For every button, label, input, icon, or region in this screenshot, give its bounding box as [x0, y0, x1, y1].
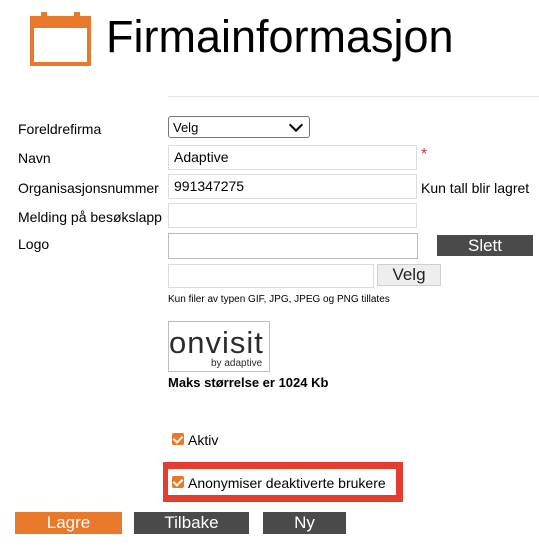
required-marker: * — [421, 146, 428, 163]
chevron-down-icon — [288, 117, 304, 133]
back-button[interactable]: Tilbake — [134, 512, 249, 534]
logo-preview: onvisit by adaptive — [168, 321, 270, 372]
org-number-label: Organisasjonsnummer — [18, 180, 159, 196]
active-checkbox[interactable] — [172, 432, 184, 445]
visitor-message-input[interactable] — [168, 203, 417, 228]
file-type-help: Kun filer av typen GIF, JPG, JPEG og PNG… — [168, 294, 390, 305]
max-size-note: Maks størrelse er 1024 Kb — [168, 375, 329, 390]
delete-logo-button[interactable]: Slett — [437, 235, 533, 256]
logo-input[interactable] — [168, 233, 418, 259]
name-label: Navn — [18, 150, 51, 166]
header-divider — [168, 96, 539, 97]
visitor-message-label: Melding på besøkslapp — [18, 209, 162, 225]
logo-label: Logo — [18, 236, 50, 252]
save-button[interactable]: Lagre — [15, 512, 122, 534]
logo-preview-subtext: by adaptive — [211, 358, 263, 369]
page-title: Firmainformasjon — [106, 11, 454, 62]
parent-company-label: Foreldrefirma — [18, 121, 102, 137]
logo-file-input[interactable] — [168, 264, 374, 288]
calendar-icon — [30, 12, 91, 66]
parent-company-selected: Velg — [173, 119, 199, 135]
org-number-hint: Kun tall blir lagret — [421, 180, 530, 196]
name-input[interactable]: Adaptive — [168, 145, 417, 170]
new-button[interactable]: Ny — [263, 512, 346, 534]
active-label: Aktiv — [188, 432, 219, 448]
anonymize-label: Anonymiser deaktiverte brukere — [188, 475, 386, 491]
checkmark-icon — [172, 432, 184, 444]
org-number-input[interactable]: 991347275 — [168, 174, 417, 199]
choose-file-button[interactable]: Velg — [377, 264, 441, 286]
anonymize-checkbox[interactable] — [172, 475, 184, 488]
logo-preview-text: onvisit — [169, 325, 264, 360]
parent-company-select[interactable]: Velg — [168, 116, 310, 138]
checkmark-icon — [172, 475, 184, 487]
